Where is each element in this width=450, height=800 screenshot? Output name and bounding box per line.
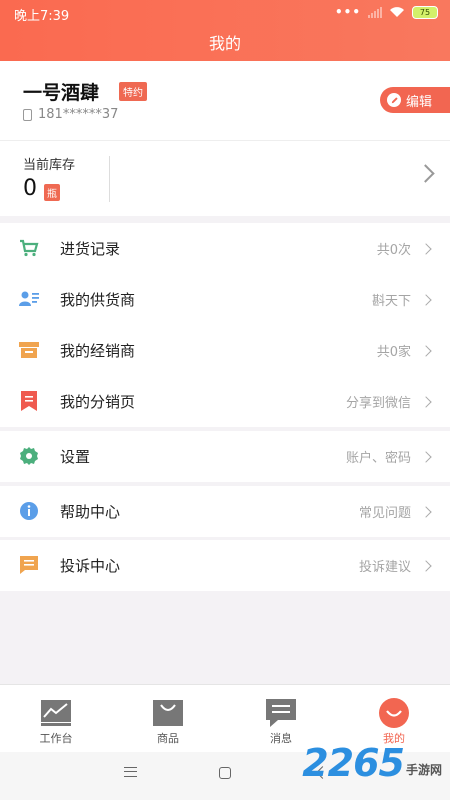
edit-button[interactable]: 编辑 xyxy=(380,87,450,113)
chevron-right-icon xyxy=(420,344,432,357)
status-time: 晚上7:39 xyxy=(14,9,70,24)
menu-item-label: 我的供货商 xyxy=(60,291,136,309)
chart-icon xyxy=(41,698,71,727)
menu-item-label: 设置 xyxy=(60,448,91,466)
supplier-icon xyxy=(19,291,39,306)
menu-item-value: 常见问题 xyxy=(358,506,411,521)
menu-item-value: 共0次 xyxy=(376,243,411,258)
bag-icon xyxy=(153,698,183,727)
menu-item-my-supplier[interactable]: 我的供货商 斟天下 xyxy=(0,274,450,325)
status-icons: ••• 75 xyxy=(335,5,438,19)
menu-item-my-distributor[interactable]: 我的经销商 共0家 xyxy=(0,325,450,376)
tab-products[interactable]: 商品 xyxy=(112,685,224,753)
gear-icon xyxy=(20,447,38,465)
stock-label: 当前库存 xyxy=(23,158,76,173)
menu-item-label: 帮助中心 xyxy=(60,503,121,521)
chevron-right-icon[interactable] xyxy=(416,164,435,183)
menu-item-settings[interactable]: 设置 账户、密码 xyxy=(0,431,450,482)
menu-icon[interactable] xyxy=(124,767,137,777)
bookmark-icon xyxy=(21,391,37,411)
tab-label: 商品 xyxy=(157,732,179,745)
edit-label: 编辑 xyxy=(406,94,433,110)
menu-item-help-center[interactable]: 帮助中心 常见问题 xyxy=(0,486,450,537)
store-icon xyxy=(19,342,39,358)
chevron-right-icon xyxy=(420,395,432,408)
message-icon xyxy=(20,556,38,574)
menu-item-value: 斟天下 xyxy=(371,294,411,309)
menu-item-label: 我的经销商 xyxy=(60,342,136,360)
header-bar: 晚上7:39 ••• 75 我的 xyxy=(0,0,450,61)
chevron-right-icon xyxy=(420,293,432,306)
pencil-icon xyxy=(387,93,401,107)
home-icon[interactable] xyxy=(219,767,231,779)
menu-item-value: 账户、密码 xyxy=(345,451,411,466)
menu-item-purchase-records[interactable]: 进货记录 共0次 xyxy=(0,223,450,274)
signal-icon xyxy=(368,6,382,18)
info-icon xyxy=(20,502,38,520)
chevron-right-icon xyxy=(420,505,432,518)
menu-item-value: 分享到微信 xyxy=(345,396,411,411)
smile-icon xyxy=(379,697,409,728)
stock-divider xyxy=(109,156,110,202)
menu-item-value: 共0家 xyxy=(376,345,411,360)
menu-item-my-distribution-page[interactable]: 我的分销页 分享到微信 xyxy=(0,376,450,427)
tab-label: 消息 xyxy=(270,732,292,745)
wifi-icon xyxy=(390,7,404,17)
special-badge: 特约 xyxy=(119,82,147,101)
phone-number: 181******37 xyxy=(38,107,119,122)
stock-count: 0 xyxy=(23,176,37,201)
stock-unit-badge: 瓶 xyxy=(44,184,60,201)
shop-name: 一号酒肆 xyxy=(23,82,100,104)
menu-group-settings: 设置 账户、密码 xyxy=(0,431,450,482)
menu-group-complaints: 投诉中心 投诉建议 xyxy=(0,540,450,591)
menu-item-label: 进货记录 xyxy=(60,240,121,258)
cart-icon xyxy=(20,239,39,257)
menu-group-help: 帮助中心 常见问题 xyxy=(0,486,450,537)
tab-label: 工作台 xyxy=(39,732,73,745)
more-dots-icon: ••• xyxy=(334,5,361,19)
chat-icon xyxy=(266,698,296,727)
page-title: 我的 xyxy=(208,34,241,53)
phone-icon xyxy=(23,108,32,121)
menu-item-value: 投诉建议 xyxy=(358,560,411,575)
menu-item-complaint-center[interactable]: 投诉中心 投诉建议 xyxy=(0,540,450,591)
profile-card: 一号酒肆 特约 181******37 编辑 xyxy=(0,61,450,140)
tab-workbench[interactable]: 工作台 xyxy=(0,685,112,753)
chevron-right-icon xyxy=(420,242,432,255)
battery-icon: 75 xyxy=(412,5,438,19)
watermark-number: 2265 xyxy=(302,741,405,785)
menu-item-label: 我的分销页 xyxy=(60,393,136,411)
watermark-logo: 2265 手游网 xyxy=(302,744,442,782)
chevron-right-icon xyxy=(420,559,432,572)
chevron-right-icon xyxy=(420,450,432,463)
menu-item-label: 投诉中心 xyxy=(60,557,121,575)
watermark-text: 手游网 xyxy=(405,763,442,777)
phone-row: 181******37 xyxy=(23,107,118,122)
stock-panel[interactable]: 当前库存 0 瓶 xyxy=(0,140,450,216)
menu-group-orders: 进货记录 共0次 我的供货商 斟天下 我的经销商 共0家 我的分销页 分享到微信 xyxy=(0,223,450,427)
